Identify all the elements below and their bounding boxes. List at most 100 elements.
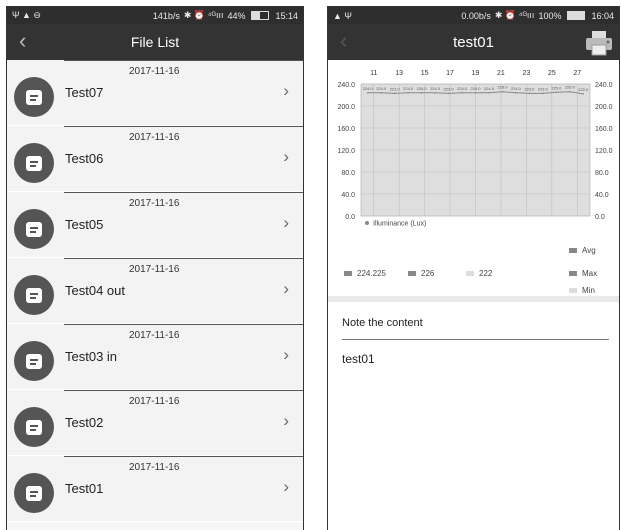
summary-max-swatch — [408, 271, 416, 276]
list-item[interactable]: 2017-11-16 Test05 › — [7, 192, 303, 258]
row-divider — [64, 324, 303, 325]
note-value[interactable]: test01 — [342, 352, 375, 366]
summary-max: 226 — [408, 269, 434, 278]
page-title: File List — [130, 34, 180, 50]
legend-max: Max — [569, 269, 597, 278]
file-icon — [14, 473, 54, 513]
x-tick-label: 27 — [573, 70, 581, 77]
x-tick-label: 15 — [421, 70, 429, 77]
clock: 15:14 — [275, 10, 298, 21]
data-point — [488, 92, 490, 94]
item-name: Test02 — [65, 415, 104, 430]
data-label: 224.0 — [511, 86, 522, 91]
list-item[interactable]: 2017-11-16 Test07 › — [7, 60, 303, 126]
notification-icons: Ψ ▲ ⊖ — [12, 10, 41, 20]
y-tick-label-left: 200.0 — [337, 104, 355, 111]
document-icon — [26, 485, 42, 501]
list-item[interactable]: 2017-11-16 Test04 out › — [7, 258, 303, 324]
document-icon — [26, 287, 42, 303]
item-name: Test04 out — [65, 283, 125, 298]
x-tick-label: 21 — [497, 70, 505, 77]
battery-fill — [568, 12, 585, 19]
data-label: 223.0 — [390, 86, 401, 91]
battery-percent: 44% — [227, 10, 246, 21]
legend-avg-swatch — [569, 248, 577, 253]
data-label: 224.0 — [430, 86, 441, 91]
file-icon — [14, 275, 54, 315]
summary-min-value: 222 — [479, 269, 493, 278]
file-list: 2017-11-16 Test07 › 2017-11-16 Test06 › 2017-1… — [7, 60, 303, 530]
data-point — [542, 92, 544, 95]
list-item[interactable]: 2017-11-16 Test01 › — [7, 456, 303, 522]
data-point — [555, 91, 558, 94]
row-divider — [64, 126, 303, 127]
x-tick-label: 23 — [522, 70, 530, 77]
data-point — [582, 93, 585, 95]
printer-icon[interactable] — [584, 29, 614, 57]
x-tick-label: 25 — [548, 70, 556, 77]
y-tick-label-right: 240.0 — [595, 82, 613, 89]
y-tick-label-right: 200.0 — [595, 104, 613, 111]
battery-icon — [567, 11, 586, 20]
network-speed: 0.00b/s — [461, 10, 491, 21]
app-bar: ‹ test01 — [328, 24, 619, 60]
back-icon[interactable]: ‹ — [19, 30, 26, 52]
network-speed: 141b/s — [152, 10, 180, 21]
item-date: 2017-11-16 — [129, 198, 180, 209]
data-point — [434, 92, 436, 94]
data-point — [474, 92, 477, 94]
page-title: test01 — [453, 33, 494, 51]
legend-label: Illuminance (Lux) — [373, 221, 426, 228]
y-tick-label-right: 0.0 — [595, 214, 605, 221]
chevron-right-icon: › — [283, 345, 289, 364]
status-bar: Ψ ▲ ⊖ 141b/s ✱ ⏰ ⁴ᴳııı 44% 15:14 — [7, 7, 303, 24]
list-item[interactable]: 2017-11-16 Test02 › — [7, 390, 303, 456]
file-icon — [14, 209, 54, 249]
item-name: Test05 — [65, 217, 104, 232]
summary-avg-value: 224.225 — [357, 269, 386, 278]
file-list-screen: Ψ ▲ ⊖ 141b/s ✱ ⏰ ⁴ᴳııı 44% 15:14 ‹ File … — [6, 6, 304, 530]
y-tick-label-left: 160.0 — [337, 126, 355, 133]
data-point — [393, 92, 396, 95]
data-label: 224.0 — [376, 86, 387, 91]
data-label: 224.0 — [417, 86, 428, 91]
legend-min: Min — [569, 286, 595, 295]
data-label: 224.0 — [363, 86, 374, 91]
y-tick-label-left: 80.0 — [341, 170, 355, 177]
data-point — [420, 92, 423, 94]
data-label: 222.0 — [578, 87, 589, 92]
data-label: 223.0 — [444, 86, 455, 91]
data-label: 225.0 — [551, 85, 562, 90]
data-point — [447, 92, 450, 95]
list-item[interactable]: 2017-11-16 Test03 in › — [7, 324, 303, 390]
data-point — [407, 92, 409, 94]
x-tick-label: 11 — [370, 70, 377, 77]
y-tick-label-right: 160.0 — [595, 126, 613, 133]
x-tick-label: 17 — [446, 70, 454, 77]
back-icon[interactable]: ‹ — [340, 30, 347, 52]
summary-min: 222 — [466, 269, 492, 278]
y-tick-label-left: 40.0 — [341, 192, 355, 199]
data-point — [515, 92, 517, 94]
item-name: Test03 in — [65, 349, 118, 364]
list-item[interactable]: 2017-11-16 Test06 › — [7, 126, 303, 192]
signal-icons: ✱ ⏰ ⁴ᴳııı — [494, 10, 535, 20]
item-date: 2017-11-16 — [129, 330, 180, 341]
file-icon — [14, 407, 54, 447]
legend-min-swatch — [569, 288, 577, 293]
data-point — [501, 90, 504, 93]
chevron-right-icon: › — [283, 279, 289, 298]
y-tick-label-left: 240.0 — [337, 82, 355, 89]
signal-icons: ✱ ⏰ ⁴ᴳııı — [183, 10, 224, 20]
item-name: Test06 — [65, 151, 104, 166]
file-icon — [14, 341, 54, 381]
y-tick-label-right: 80.0 — [595, 170, 609, 177]
row-divider — [64, 258, 303, 259]
legend-avg-label: Avg — [582, 246, 596, 255]
legend-marker — [365, 221, 369, 225]
y-tick-label-right: 40.0 — [595, 192, 609, 199]
item-date: 2017-11-16 — [129, 264, 180, 275]
document-icon — [26, 419, 42, 435]
summary-min-swatch — [466, 271, 474, 276]
document-icon — [26, 353, 42, 369]
